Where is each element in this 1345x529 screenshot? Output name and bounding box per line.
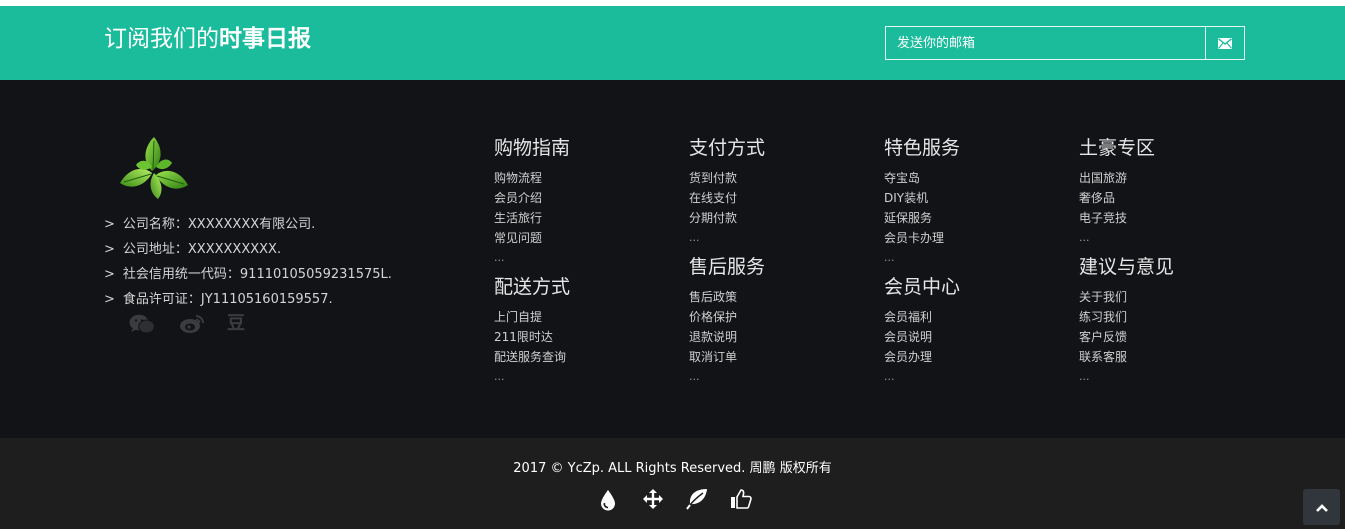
footer-link[interactable]: 退款说明	[689, 327, 765, 347]
footer-link[interactable]: 练习我们	[1079, 307, 1174, 327]
company-credit-code: > 社会信用统一代码：91110105059231575L.	[104, 267, 392, 282]
footer-link[interactable]: DIY装机	[884, 188, 960, 208]
water-drop-icon[interactable]	[598, 488, 618, 516]
copyright-text: 2017 © YcZp. ALL Rights Reserved. 周鹏 版权所…	[513, 461, 832, 476]
column-shopping-guide: 购物指南 购物流程 会员介绍 生活旅行 常见问题 ...	[494, 134, 570, 268]
column-delivery: 配送方式 上门自提 211限时达 配送服务查询 ...	[494, 273, 570, 387]
column-title: 会员中心	[884, 276, 961, 298]
more-link[interactable]: ...	[689, 367, 765, 387]
footer-link[interactable]: 常见问题	[494, 228, 570, 248]
thumbs-up-icon[interactable]	[730, 488, 752, 514]
column-after-sales: 售后服务 售后政策 价格保护 退款说明 取消订单 ...	[689, 253, 765, 387]
column-title: 配送方式	[494, 276, 571, 298]
wechat-icon[interactable]	[129, 314, 155, 338]
footer-link[interactable]: 购物流程	[494, 168, 570, 188]
chevron-right-icon: >	[104, 292, 115, 307]
footer-link[interactable]: 售后政策	[689, 287, 765, 307]
footer-link[interactable]: 会员福利	[884, 307, 960, 327]
footer-link[interactable]: 出国旅游	[1079, 168, 1155, 188]
subscribe-button[interactable]	[1206, 27, 1244, 59]
column-feedback: 建议与意见 关于我们 练习我们 客户反馈 联系客服 ...	[1079, 253, 1174, 387]
column-title: 土豪专区	[1079, 137, 1156, 159]
company-address: > 公司地址：XXXXXXXXXX.	[104, 242, 282, 257]
footer-link[interactable]: 关于我们	[1079, 287, 1174, 307]
column-vip-zone: 土豪专区 出国旅游 奢侈品 电子竞技 ...	[1079, 134, 1155, 248]
footer-link[interactable]: 夺宝岛	[884, 168, 960, 188]
column-member-center: 会员中心 会员福利 会员说明 会员办理 ...	[884, 273, 960, 387]
footer-link[interactable]: 奢侈品	[1079, 188, 1155, 208]
footer-link[interactable]: 会员介绍	[494, 188, 570, 208]
column-payment: 支付方式 货到付款 在线支付 分期付款 ...	[689, 134, 765, 248]
newsletter-title-prefix: 订阅我们的	[104, 26, 219, 52]
column-title: 支付方式	[689, 137, 766, 159]
footer-link[interactable]: 会员说明	[884, 327, 960, 347]
company-name: > 公司名称：XXXXXXXX有限公司.	[104, 217, 316, 232]
email-input[interactable]	[886, 27, 1206, 59]
company-food-license: > 食品许可证：JY11105160159557.	[104, 292, 333, 307]
more-link[interactable]: ...	[494, 367, 570, 387]
company-info-list: > 公司名称：XXXXXXXX有限公司. > 公司地址：XXXXXXXXXX. > 社…	[104, 215, 392, 315]
newsletter-bar: 订阅我们的时事日报	[0, 6, 1345, 80]
leaf-icon[interactable]	[686, 488, 708, 514]
chevron-right-icon: >	[104, 267, 115, 282]
green-leaf-logo	[118, 135, 190, 205]
footer-link[interactable]: 211限时达	[494, 327, 570, 347]
column-title: 建议与意见	[1079, 256, 1175, 278]
footer-link[interactable]: 生活旅行	[494, 208, 570, 228]
footer-main: > 公司名称：XXXXXXXX有限公司. > 公司地址：XXXXXXXXXX. > 社…	[0, 80, 1345, 438]
move-arrows-icon[interactable]	[642, 488, 664, 514]
column-title: 售后服务	[689, 256, 766, 278]
footer-bottom: 2017 © YcZp. ALL Rights Reserved. 周鹏 版权所…	[0, 438, 1345, 529]
footer-link[interactable]: 联系客服	[1079, 347, 1174, 367]
newsletter-title: 订阅我们的时事日报	[104, 24, 311, 54]
more-link[interactable]: ...	[884, 367, 960, 387]
footer-link[interactable]: 电子竞技	[1079, 208, 1155, 228]
footer-link[interactable]: 分期付款	[689, 208, 765, 228]
footer-link[interactable]: 上门自提	[494, 307, 570, 327]
more-link[interactable]: ...	[689, 228, 765, 248]
column-special-services: 特色服务 夺宝岛 DIY装机 延保服务 会员卡办理 ...	[884, 134, 960, 268]
chevron-right-icon: >	[104, 217, 115, 232]
footer-link[interactable]: 延保服务	[884, 208, 960, 228]
newsletter-title-strong: 时事日报	[219, 26, 311, 52]
back-to-top-button[interactable]	[1303, 489, 1340, 525]
more-link[interactable]: ...	[1079, 228, 1155, 248]
footer-link[interactable]: 会员办理	[884, 347, 960, 367]
footer-link[interactable]: 货到付款	[689, 168, 765, 188]
douban-icon[interactable]: 豆	[227, 314, 245, 334]
more-link[interactable]: ...	[494, 248, 570, 268]
footer-link[interactable]: 取消订单	[689, 347, 765, 367]
footer-link[interactable]: 价格保护	[689, 307, 765, 327]
footer-link[interactable]: 配送服务查询	[494, 347, 570, 367]
envelope-icon	[1218, 34, 1232, 53]
footer-link[interactable]: 客户反馈	[1079, 327, 1174, 347]
chevron-up-icon	[1315, 498, 1329, 517]
column-title: 购物指南	[494, 137, 571, 159]
more-link[interactable]: ...	[1079, 367, 1174, 387]
newsletter-form	[885, 26, 1245, 60]
footer-link[interactable]: 在线支付	[689, 188, 765, 208]
more-link[interactable]: ...	[884, 248, 960, 268]
footer-icon-row	[598, 488, 758, 512]
footer-link[interactable]: 会员卡办理	[884, 228, 960, 248]
weibo-icon[interactable]	[179, 314, 205, 338]
chevron-right-icon: >	[104, 242, 115, 257]
column-title: 特色服务	[884, 137, 961, 159]
